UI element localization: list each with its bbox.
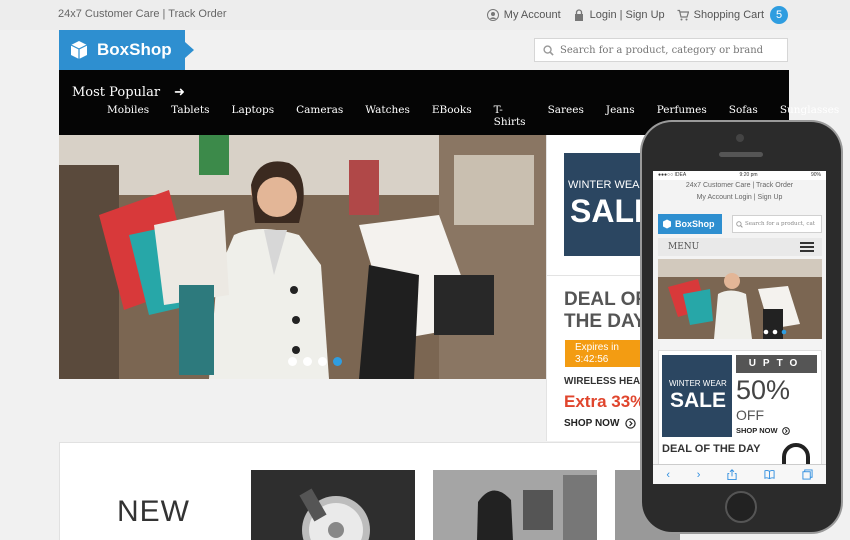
shop-now-link[interactable]: SHOP NOW [564,418,637,429]
shopping-cart-link[interactable]: Shopping Cart 5 [677,6,788,24]
new-heading: NEW [117,495,190,528]
mobile-sale: SALE [670,389,727,412]
arrow-right-icon: ➜ [174,85,185,100]
mobile-deal-title: DEAL OF THE DAY [662,443,761,455]
lock-icon [574,9,583,21]
logo-text: BoxShop [97,40,172,59]
arrow-circle-icon [625,418,637,429]
mobile-account-row[interactable]: My Account Login | Sign Up [653,192,826,204]
promo-panel: WINTER WEAR SALE DEAL OF THE DAY Expires… [546,135,690,441]
mobile-logo-text: BoxShop [675,219,715,229]
my-account-link[interactable]: My Account [486,9,561,21]
expires-label: Expires in [575,342,619,353]
most-popular-label: Most Popular [72,85,161,100]
slider-dots [288,357,348,366]
most-popular-heading[interactable]: Most Popular ➜ [72,85,185,100]
iphone-mockup: ●●●○○ IDEA 9:20 pm 90% 24x7 Customer Car… [642,122,841,532]
headphones-image [782,443,810,465]
back-icon[interactable]: ‹ [666,469,670,481]
mobile-winter-wear: WINTER WEAR [669,379,727,388]
mobile-customer-care[interactable]: 24x7 Customer Care | Track Order [653,180,826,192]
mobile-promo: WINTER WEAR SALE UPTO 50% OFF SHOP NOW D… [658,350,822,480]
search-input[interactable] [560,44,780,56]
divider [547,275,657,276]
nav-item-jeans[interactable]: Jeans [606,104,635,128]
slider-dot[interactable] [318,357,327,366]
mobile-off-label: OFF [736,407,764,423]
mobile-upto-label: UPTO [736,355,817,373]
mobile-search-input[interactable]: Search for a product, cat [732,215,822,233]
user-icon [486,9,499,21]
expires-time: 3:42:56 [575,354,609,365]
nav-item-tablets[interactable]: Tablets [171,104,209,128]
cart-count-badge: 5 [770,6,788,24]
search-bar [534,38,788,62]
mobile-battery: 90% [810,172,821,178]
phone-speaker [719,152,763,157]
arrow-circle-icon [781,426,790,435]
nav-item-tshirts[interactable]: T-Shirts [494,104,526,128]
mobile-screen: ●●●○○ IDEA 9:20 pm 90% 24x7 Customer Car… [653,171,826,484]
safari-toolbar: ‹ › [653,464,826,484]
mobile-shop-now-label: SHOP NOW [736,426,778,435]
hero-shopping-woman-image [59,135,546,379]
nav-item-laptops[interactable]: Laptops [231,104,274,128]
mobile-status-bar: ●●●○○ IDEA 9:20 pm 90% [653,171,826,180]
mobile-search-placeholder: Search for a product, cat [745,221,815,227]
mobile-winter-sale-banner[interactable]: WINTER WEAR SALE [662,355,732,437]
new-arrivals-section: NEW [59,442,680,540]
cart-icon [677,9,689,21]
mobile-time: 9:20 pm [739,172,758,178]
fashion-product-image[interactable] [433,470,597,540]
box-icon [663,219,671,229]
hero-slider[interactable] [59,135,546,379]
login-signup-label: Login | Sign Up [589,9,665,21]
phone-camera [736,134,744,142]
login-signup-link[interactable]: Login | Sign Up [573,9,665,21]
mobile-logo[interactable]: BoxShop [658,214,722,234]
my-account-label: My Account [503,9,561,21]
forward-icon[interactable]: › [697,469,701,481]
hamburger-icon[interactable] [800,242,814,252]
slider-dot[interactable] [288,357,297,366]
mobile-discount-percent: 50% [736,375,791,405]
mobile-menu-bar[interactable]: MENU [658,238,822,256]
slider-dot[interactable] [303,357,312,366]
nav-item-cameras[interactable]: Cameras [296,104,343,128]
nav-item-mobiles[interactable]: Mobiles [107,104,149,128]
mobile-shop-now-link[interactable]: SHOP NOW [736,426,790,435]
shop-now-label: SHOP NOW [564,418,620,429]
account-links: My Account Login | Sign Up Shopping Cart… [475,6,788,24]
tabs-icon[interactable] [802,469,813,480]
top-bar: 24x7 Customer Care | Track Order My Acco… [0,0,850,30]
watch-product-image[interactable] [251,470,415,540]
home-button[interactable] [725,491,757,523]
winter-wear-text: WINTER WEAR [568,179,648,191]
box-icon [70,41,88,59]
woman-fashion-image [433,470,597,540]
share-icon[interactable] [727,469,737,480]
customer-care-link[interactable]: 24x7 Customer Care | Track Order [58,8,227,20]
nav-item-sarees[interactable]: Sarees [548,104,584,128]
mobile-menu-label: MENU [668,242,700,252]
boxshop-logo[interactable]: BoxShop [59,30,194,70]
search-icon [736,220,743,228]
mobile-hero-slider[interactable] [658,259,822,339]
nav-item-watches[interactable]: Watches [365,104,410,128]
watch-image [251,470,415,540]
shopping-cart-label: Shopping Cart [693,9,764,21]
nav-item-ebooks[interactable]: EBooks [432,104,472,128]
bookmarks-icon[interactable] [764,469,775,480]
mobile-carrier: ●●●○○ IDEA [658,172,687,178]
search-icon [543,44,554,56]
slider-dot-active[interactable] [333,357,342,366]
mobile-hero-image [658,259,822,339]
